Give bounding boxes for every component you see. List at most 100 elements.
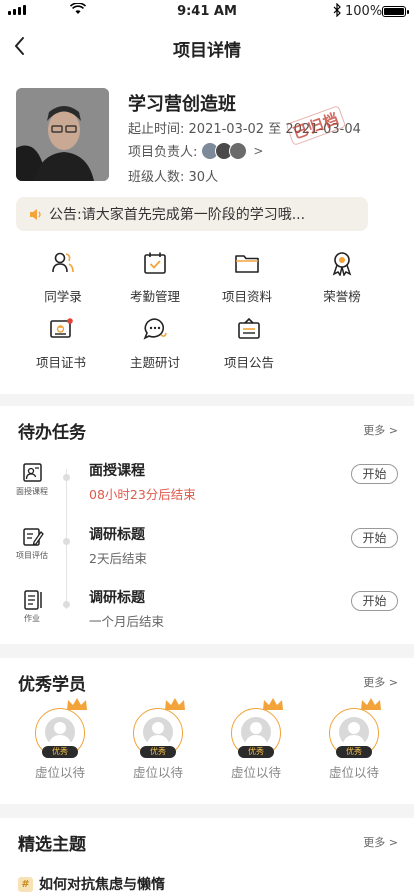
feature-attendance[interactable]: 考勤管理 <box>110 250 200 305</box>
owner-avatars <box>201 141 248 160</box>
start-button[interactable]: 开始 <box>351 528 398 548</box>
todo-tag: 项目评估 <box>16 551 48 560</box>
chevron-right-icon: > <box>388 424 398 437</box>
homework-icon <box>24 590 42 610</box>
excellent-badge: 优秀 <box>140 746 176 758</box>
feature-certificate[interactable]: 项目证书 <box>16 316 106 371</box>
todo-item: 作业 调研标题 一个月后结束 开始 <box>0 589 414 649</box>
status-bar: 9:41 AM 100% <box>0 0 414 22</box>
todo-item: 面授课程 面授课程 08小时23分后结束 开始 <box>0 462 414 522</box>
topic-item[interactable]: # 如何对抗焦虑与懒惰 <box>18 874 165 894</box>
todo-deadline: 08小时23分后结束 <box>89 487 196 502</box>
feature-materials[interactable]: 项目资料 <box>202 250 292 305</box>
more-label: 更多 <box>363 836 386 849</box>
avatar <box>229 141 248 160</box>
feature-discussion[interactable]: 主题研讨 <box>110 316 200 371</box>
start-button[interactable]: 开始 <box>351 591 398 611</box>
class-size-value: 30人 <box>188 170 219 185</box>
topic-title: 如何对抗焦虑与懒惰 <box>39 877 165 893</box>
section-title: 精选主题 <box>18 835 86 855</box>
attendance-icon <box>144 252 166 274</box>
lecture-icon <box>23 463 42 482</box>
battery-icon <box>382 6 409 17</box>
start-button[interactable]: 开始 <box>351 464 398 484</box>
timeline-dot <box>63 601 70 608</box>
crown-icon <box>361 698 381 710</box>
todo-section: 待办任务 更多 > 面授课程 面授课程 08小时23分后结束 开始 项目评估 调… <box>0 406 414 644</box>
project-owners[interactable]: 项目负责人: > <box>128 141 263 160</box>
folder-icon <box>235 255 259 273</box>
announcement-icon <box>238 317 260 339</box>
medal-icon <box>332 252 352 276</box>
student-avatar: 优秀 <box>231 698 283 758</box>
feature-label: 项目资料 <box>221 289 272 304</box>
placeholder-avatar <box>241 717 271 747</box>
placeholder-avatar <box>143 717 173 747</box>
crown-icon <box>263 698 283 710</box>
outstanding-students-section: 优秀学员 更多 > 优秀 虚位以待 优秀 虚位以待 优秀 虚位以待 优秀 虚位以… <box>0 658 414 804</box>
timeline-dot <box>63 538 70 545</box>
todo-item: 项目评估 调研标题 2天后结束 开始 <box>0 526 414 586</box>
todo-title: 调研标题 <box>89 590 145 606</box>
more-label: 更多 <box>363 676 386 689</box>
more-link[interactable]: 更多 > <box>363 834 398 850</box>
student-name: 虚位以待 <box>132 765 183 780</box>
todo-tag: 面授课程 <box>16 487 48 496</box>
page-title: 项目详情 <box>173 41 241 61</box>
feature-label: 项目公告 <box>223 355 274 370</box>
announcement-banner[interactable]: 公告:请大家首先完成第一阶段的学习哦... <box>16 197 368 231</box>
todo-title: 调研标题 <box>89 527 145 543</box>
section-title: 待办任务 <box>18 423 86 443</box>
bluetooth-icon <box>333 3 341 17</box>
student-avatar: 优秀 <box>133 698 185 758</box>
archived-stamp: 已归档 <box>285 105 347 146</box>
student-item[interactable]: 优秀 虚位以待 <box>125 698 191 781</box>
discussion-icon <box>143 318 167 340</box>
more-label: 更多 <box>363 424 386 437</box>
feature-label: 项目证书 <box>35 355 86 370</box>
placeholder-avatar <box>339 717 369 747</box>
speaker-icon <box>30 208 41 220</box>
featured-topics-section: 精选主题 更多 > # 如何对抗焦虑与懒惰 <box>0 818 414 896</box>
feature-label: 主题研讨 <box>129 355 180 370</box>
feature-announcement[interactable]: 项目公告 <box>204 316 294 371</box>
chevron-right-icon: > <box>253 143 264 158</box>
feature-classmates[interactable]: 同学录 <box>18 250 108 305</box>
student-avatar: 优秀 <box>35 698 87 758</box>
crown-icon <box>165 698 185 710</box>
certificate-icon <box>50 318 73 338</box>
todo-tag: 作业 <box>24 614 40 623</box>
project-header-card: 学习营创造班 起止时间: 2021-03-02 至 2021-03-04 已归档… <box>0 70 414 394</box>
chevron-right-icon: > <box>388 676 398 689</box>
excellent-badge: 优秀 <box>336 746 372 758</box>
feature-honor-roll[interactable]: 荣誉榜 <box>297 250 387 305</box>
nav-bar: 项目详情 <box>0 22 414 70</box>
announcement-text: 公告:请大家首先完成第一阶段的学习哦... <box>49 207 306 223</box>
more-link[interactable]: 更多 > <box>363 674 398 690</box>
period-label: 起止时间: <box>128 122 185 137</box>
class-size-label: 班级人数: <box>128 170 185 185</box>
feature-label: 考勤管理 <box>129 289 180 304</box>
evaluation-icon <box>23 528 44 546</box>
excellent-badge: 优秀 <box>42 746 78 758</box>
student-name: 虚位以待 <box>230 765 281 780</box>
todo-title: 面授课程 <box>89 463 145 479</box>
project-cover-photo <box>16 88 109 181</box>
feature-label: 荣誉榜 <box>323 289 361 304</box>
student-name: 虚位以待 <box>328 765 379 780</box>
excellent-badge: 优秀 <box>238 746 274 758</box>
battery-percent: 100% <box>345 4 383 19</box>
student-item[interactable]: 优秀 虚位以待 <box>223 698 289 781</box>
owner-label: 项目负责人: <box>128 145 198 160</box>
student-name: 虚位以待 <box>34 765 85 780</box>
class-size: 班级人数: 30人 <box>128 166 218 185</box>
section-title: 优秀学员 <box>18 675 86 695</box>
feature-label: 同学录 <box>44 289 82 304</box>
chevron-right-icon: > <box>388 836 398 849</box>
student-item[interactable]: 优秀 虚位以待 <box>27 698 93 781</box>
more-link[interactable]: 更多 > <box>363 422 398 438</box>
placeholder-avatar <box>45 717 75 747</box>
project-name: 学习营创造班 <box>128 94 236 115</box>
student-avatar: 优秀 <box>329 698 381 758</box>
student-item[interactable]: 优秀 虚位以待 <box>321 698 387 781</box>
